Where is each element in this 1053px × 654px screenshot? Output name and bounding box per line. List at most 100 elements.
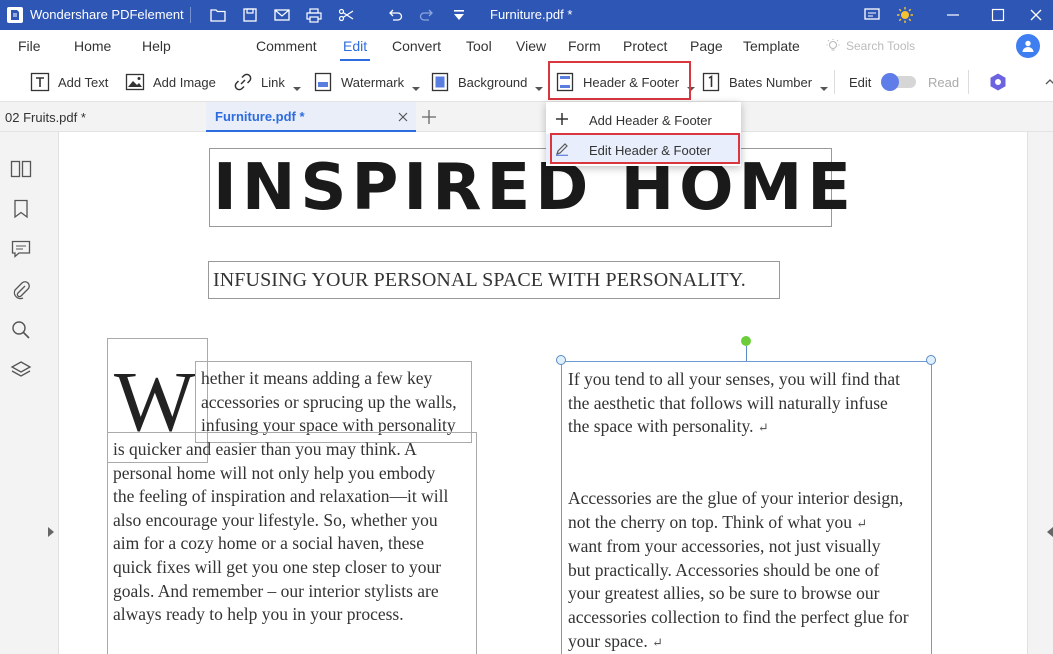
menu-home[interactable]: Home: [74, 38, 111, 54]
new-tab-plus-icon[interactable]: [420, 108, 438, 126]
text-line: but practically. Accessories should be o…: [568, 559, 880, 580]
add-image-button[interactable]: Add Image: [125, 62, 216, 102]
bates-number-button[interactable]: Bates Number: [701, 62, 829, 102]
menu-page[interactable]: Page: [690, 38, 723, 54]
toggle-knob[interactable]: [881, 73, 899, 91]
redo-icon[interactable]: [418, 6, 436, 24]
text-line: the aesthetic that follows will naturall…: [568, 392, 888, 413]
menu-file[interactable]: File: [18, 38, 41, 54]
text-line: the space with personality. ↵: [568, 416, 769, 437]
minimize-icon[interactable]: [944, 6, 962, 24]
search-icon[interactable]: [10, 319, 32, 341]
expand-right-panel-arrow-icon[interactable]: [1047, 527, 1053, 537]
menu-item-label: Add Header & Footer: [589, 113, 712, 128]
link-button[interactable]: Link: [233, 62, 301, 102]
search-tools[interactable]: Search Tools: [826, 39, 915, 53]
user-icon: [1022, 40, 1034, 52]
user-avatar[interactable]: [1016, 34, 1040, 58]
document-tabs: 02 Fruits.pdf * Furniture.pdf *: [0, 102, 1053, 132]
text-line: also encourage your lifestyle. So, wheth…: [113, 509, 438, 530]
quick-access-dropdown-icon[interactable]: [450, 6, 468, 24]
menu-convert[interactable]: Convert: [392, 38, 441, 54]
comment-icon[interactable]: [10, 238, 32, 260]
print-icon[interactable]: [305, 6, 323, 24]
text-line: the feeling of inspiration and relaxatio…: [113, 486, 449, 507]
add-image-label: Add Image: [153, 74, 216, 90]
chevron-up-icon: [1040, 72, 1053, 92]
text-line: not the cherry on top. Think of what you…: [568, 511, 868, 532]
tab-label: Furniture.pdf *: [215, 108, 305, 124]
toolbar-divider: [968, 70, 969, 94]
text-line: quick fixes will get you one step closer…: [113, 556, 442, 577]
feedback-icon[interactable]: [863, 6, 881, 24]
open-folder-icon[interactable]: [209, 6, 227, 24]
bates-number-dropdown-caret[interactable]: [820, 87, 829, 91]
tab-furniture[interactable]: Furniture.pdf *: [206, 102, 416, 132]
paragraph-1: hether it means adding a few key accesso…: [201, 367, 473, 438]
title-bar: Wondershare PDFelement Furniture.pdf *: [0, 0, 1053, 30]
collapse-ribbon-button[interactable]: [1040, 62, 1053, 102]
tab-label: 02 Fruits.pdf *: [5, 109, 86, 125]
link-dropdown-caret[interactable]: [292, 87, 301, 91]
text-line: your greatest allies, so be sure to brow…: [568, 583, 880, 604]
add-header-footer-menu-item[interactable]: Add Header & Footer: [546, 104, 741, 134]
close-tab-icon[interactable]: [396, 110, 410, 124]
text-line: always ready to help you in your process…: [113, 604, 404, 625]
paragraph-2: is quicker and easier than you may think…: [113, 438, 475, 627]
menu-form[interactable]: Form: [568, 38, 601, 54]
menu-tool[interactable]: Tool: [466, 38, 492, 54]
save-icon[interactable]: [241, 6, 259, 24]
text-line: personal home will not only help you emb…: [113, 462, 436, 483]
menu-help[interactable]: Help: [142, 38, 171, 54]
theme-sun-icon[interactable]: [896, 6, 914, 24]
close-window-icon[interactable]: [1027, 6, 1045, 24]
attachment-icon[interactable]: [10, 279, 32, 301]
edit-read-toggle[interactable]: [881, 73, 916, 91]
layers-icon[interactable]: [10, 359, 32, 381]
tab-02-fruits[interactable]: 02 Fruits.pdf *: [0, 102, 206, 132]
menu-bar: File Home Help Comment Edit Convert Tool…: [0, 30, 1053, 62]
watermark-label: Watermark: [341, 74, 405, 90]
edit-header-footer-highlight: [550, 133, 740, 164]
resize-handle-top-right[interactable]: [926, 355, 936, 365]
background-dropdown-caret[interactable]: [535, 87, 544, 91]
resize-handle-top-left[interactable]: [556, 355, 566, 365]
undo-icon[interactable]: [386, 6, 404, 24]
add-text-icon: [30, 72, 50, 92]
bates-number-icon: [701, 72, 721, 92]
menu-protect[interactable]: Protect: [623, 38, 667, 54]
thumbnails-icon[interactable]: [10, 158, 32, 180]
menu-edit[interactable]: Edit: [343, 38, 367, 54]
background-button[interactable]: Background: [430, 62, 544, 102]
read-mode-text: Read: [928, 74, 960, 90]
bookmark-icon[interactable]: [10, 198, 32, 220]
expand-sidebar-arrow-icon[interactable]: [48, 527, 54, 537]
scissors-icon[interactable]: [337, 6, 355, 24]
toolbar-divider: [834, 70, 835, 94]
text-line: Accessories are the glue of your interio…: [568, 488, 904, 508]
lightbulb-icon: [826, 39, 840, 51]
maximize-icon[interactable]: [989, 6, 1007, 24]
background-label: Background: [458, 74, 528, 90]
titlebar-divider: [190, 7, 191, 23]
menu-template[interactable]: Template: [743, 38, 800, 54]
rotate-handle[interactable]: [741, 336, 751, 346]
text-line: your space. ↵: [568, 630, 663, 651]
email-icon[interactable]: [273, 6, 291, 24]
add-text-button[interactable]: Add Text: [30, 62, 108, 102]
read-mode-label[interactable]: Read: [928, 62, 959, 102]
ai-assistant-button[interactable]: [988, 62, 1008, 102]
app-logo-icon: [6, 6, 24, 24]
document-subtitle: INFUSING YOUR PERSONAL SPACE WITH PERSON…: [213, 269, 746, 291]
menu-view[interactable]: View: [516, 38, 546, 54]
paragraph-3: If you tend to all your senses, you will…: [568, 368, 928, 440]
watermark-button[interactable]: Watermark: [313, 62, 421, 102]
watermark-dropdown-caret[interactable]: [412, 87, 421, 91]
text-line: If you tend to all your senses, you will…: [568, 369, 900, 389]
text-line: accessories collection to find the perfe…: [568, 606, 909, 627]
left-sidebar: [0, 132, 42, 654]
edit-mode-label[interactable]: Edit: [849, 62, 871, 102]
watermark-icon: [313, 72, 333, 92]
text-line: goals. And remember – our interior styli…: [113, 580, 439, 601]
menu-comment[interactable]: Comment: [256, 38, 317, 54]
